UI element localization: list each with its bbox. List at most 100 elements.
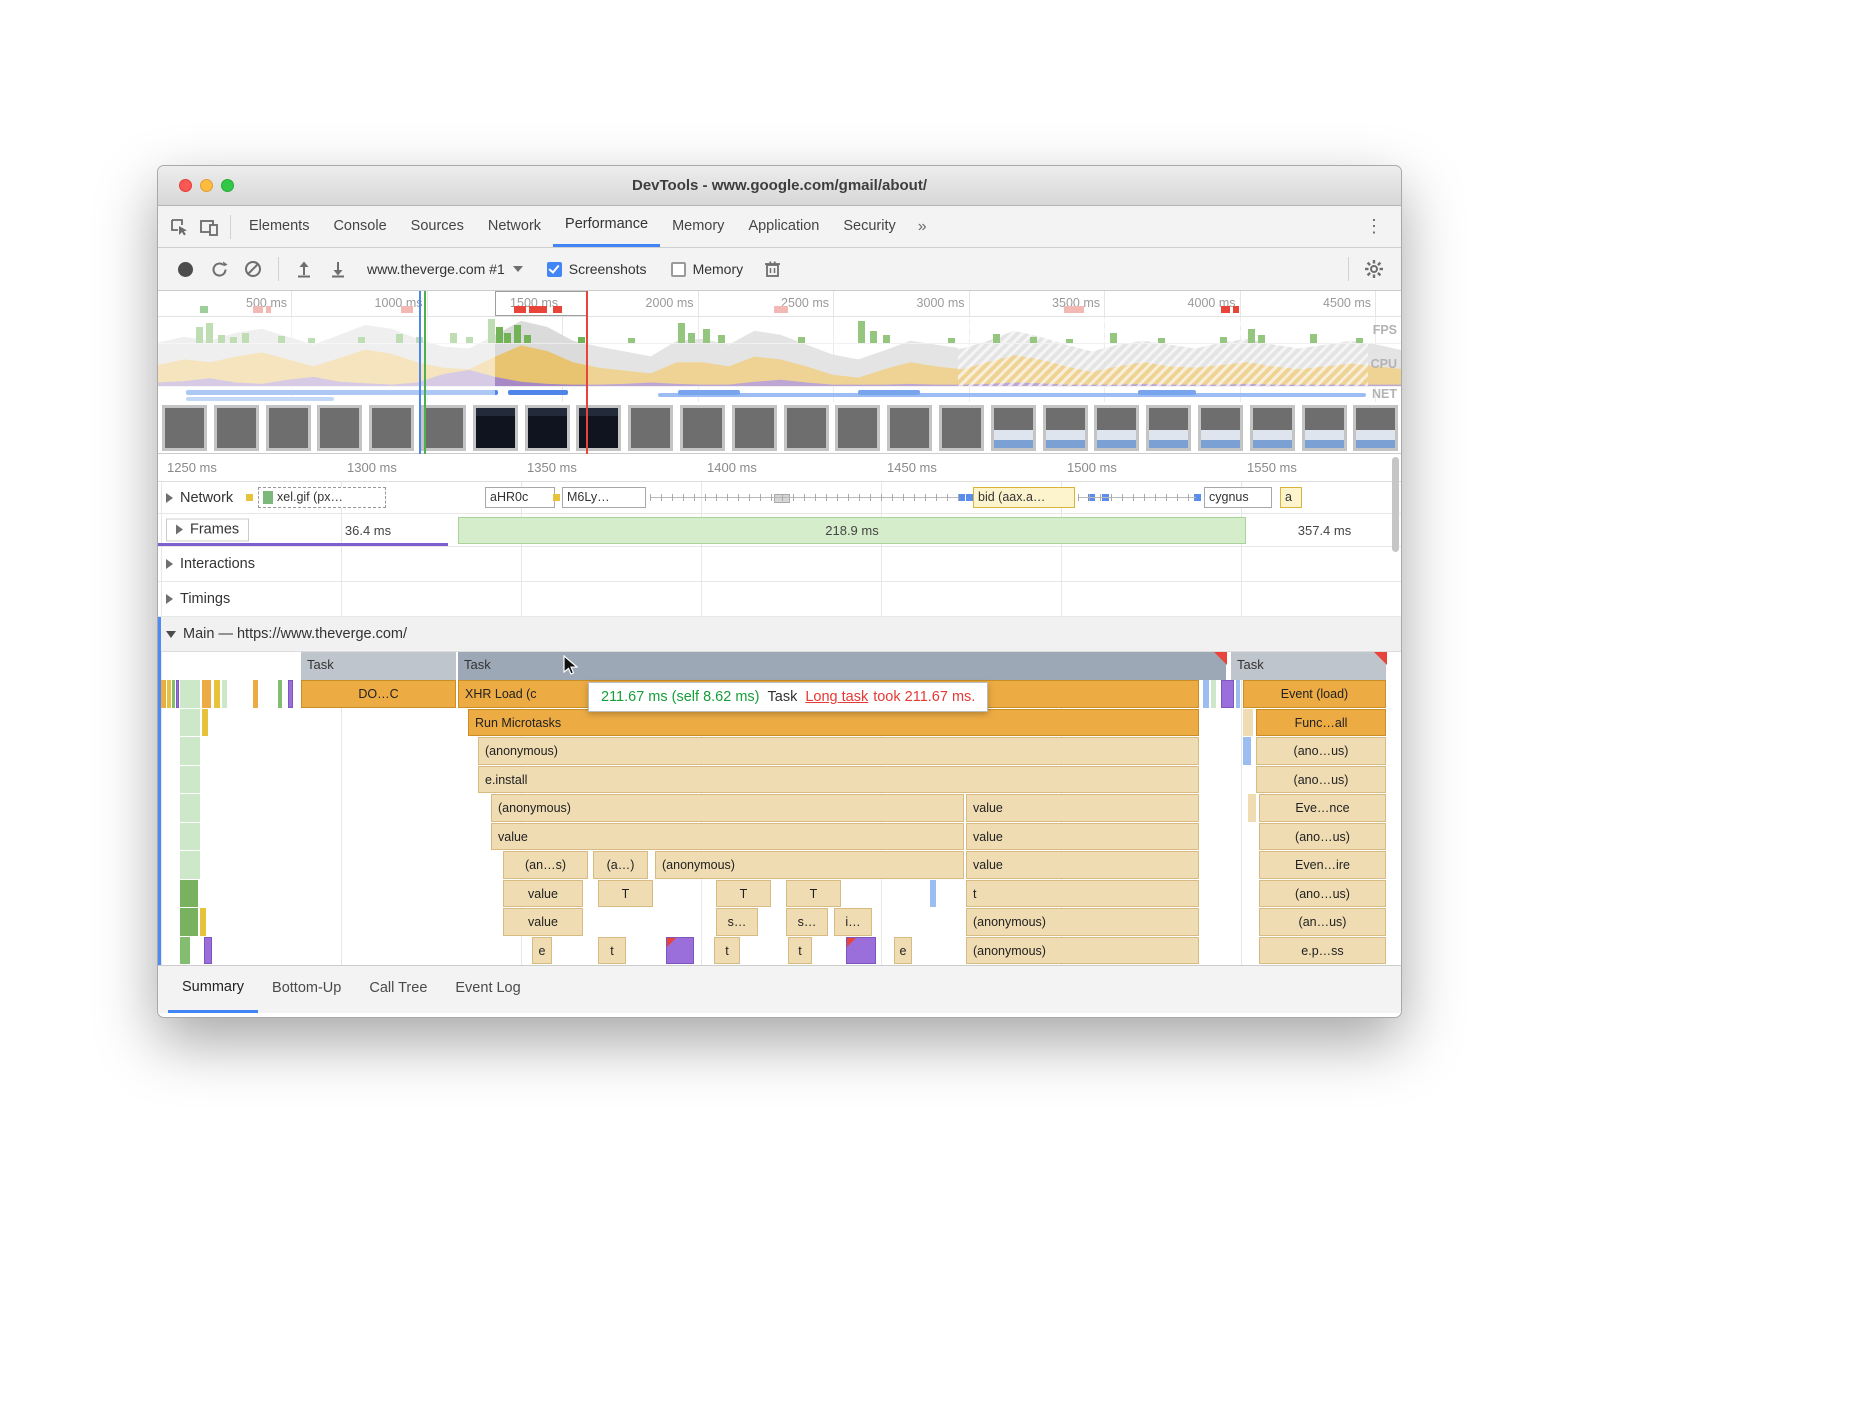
flame-bar[interactable]: (an…us) <box>1259 908 1386 936</box>
flame-chip[interactable] <box>1214 652 1227 665</box>
disclosure-triangle-icon[interactable] <box>166 594 173 604</box>
flame-chip[interactable] <box>1248 794 1256 822</box>
flame-bar[interactable]: t <box>966 880 1199 908</box>
flame-chip[interactable] <box>180 908 198 936</box>
flame-bar[interactable]: t <box>598 937 626 965</box>
more-tabs-icon[interactable]: » <box>908 218 937 236</box>
bottom-tab-summary[interactable]: Summary <box>168 966 258 1013</box>
flame-bar[interactable]: (ano…us) <box>1256 766 1386 794</box>
tab-console[interactable]: Console <box>321 206 398 247</box>
flame-bar[interactable]: (anonymous) <box>478 737 1199 765</box>
save-profile-button[interactable] <box>323 254 353 284</box>
network-request[interactable]: aHR0c <box>485 487 555 508</box>
flame-chip[interactable] <box>180 766 200 794</box>
timings-track[interactable]: Timings <box>158 582 1401 617</box>
flame-chip[interactable] <box>204 937 212 965</box>
flame-bar[interactable]: Even…ire <box>1259 851 1386 879</box>
flame-bar[interactable]: Eve…nce <box>1259 794 1386 822</box>
flame-bar[interactable]: value <box>966 794 1199 822</box>
flame-chip[interactable] <box>253 680 258 708</box>
filmstrip-thumbnail[interactable] <box>1250 405 1295 451</box>
filmstrip-thumbnail[interactable] <box>784 405 829 451</box>
filmstrip-thumbnail[interactable] <box>991 405 1036 451</box>
disclosure-triangle-down-icon[interactable] <box>166 631 176 638</box>
flame-bar[interactable]: (ano…us) <box>1259 880 1386 908</box>
flame-chip[interactable] <box>180 737 200 765</box>
flame-chip[interactable] <box>167 680 171 708</box>
network-request[interactable]: bid (aax.a… <box>973 487 1075 508</box>
filmstrip-thumbnail[interactable] <box>473 405 518 451</box>
flame-bar[interactable]: e <box>894 937 912 965</box>
filmstrip-thumbnail[interactable] <box>835 405 880 451</box>
flame-chip[interactable] <box>222 680 227 708</box>
network-track-header[interactable]: Network <box>166 490 233 506</box>
flame-chip[interactable] <box>1374 652 1387 665</box>
filmstrip-thumbnail[interactable] <box>1146 405 1191 451</box>
close-button[interactable] <box>179 179 192 192</box>
devtools-menu-icon[interactable]: ⋮ <box>1353 216 1395 237</box>
tab-memory[interactable]: Memory <box>660 206 736 247</box>
flame-chip[interactable] <box>1243 709 1253 737</box>
device-toolbar-icon[interactable] <box>194 212 224 242</box>
frame-bar[interactable]: 357.4 ms <box>1246 517 1401 544</box>
filmstrip-thumbnail[interactable] <box>266 405 311 451</box>
flame-bar[interactable]: s… <box>716 908 758 936</box>
flame-bar[interactable]: T <box>786 880 841 908</box>
tab-performance[interactable]: Performance <box>553 206 660 247</box>
filmstrip-thumbnail[interactable] <box>369 405 414 451</box>
network-request[interactable]: a <box>1280 487 1302 508</box>
filmstrip-thumbnail[interactable] <box>1094 405 1139 451</box>
filmstrip-thumbnail[interactable] <box>1302 405 1347 451</box>
clear-button[interactable] <box>238 254 268 284</box>
flame-bar[interactable]: DO…C <box>301 680 456 708</box>
main-thread-header[interactable]: Main — https://www.theverge.com/ <box>158 617 1401 652</box>
filmstrip-thumbnail[interactable] <box>939 405 984 451</box>
flame-bar[interactable]: t <box>714 937 740 965</box>
flame-chip[interactable] <box>930 880 936 908</box>
flame-chip[interactable] <box>1243 737 1251 765</box>
flame-bar[interactable]: (a…) <box>593 851 648 879</box>
network-request[interactable]: xel.gif (px… <box>258 487 386 508</box>
frames-track-header[interactable]: Frames <box>166 519 249 542</box>
filmstrip-thumbnail[interactable] <box>317 405 362 451</box>
flame-chip[interactable] <box>180 709 200 737</box>
profile-select[interactable]: www.theverge.com #1 <box>357 261 533 277</box>
network-request[interactable]: M6Ly… <box>562 487 646 508</box>
network-request[interactable]: cygnus <box>1204 487 1272 508</box>
record-button[interactable] <box>170 254 200 284</box>
tab-sources[interactable]: Sources <box>399 206 476 247</box>
window-titlebar[interactable]: DevTools - www.google.com/gmail/about/ <box>158 166 1401 206</box>
flame-bar[interactable]: e.install <box>478 766 1199 794</box>
flame-chip[interactable] <box>180 823 200 851</box>
vertical-scrollbar[interactable] <box>1392 457 1399 552</box>
filmstrip-thumbnail[interactable] <box>421 405 466 451</box>
bottom-tab-call-tree[interactable]: Call Tree <box>355 966 441 1013</box>
flame-bar[interactable]: e <box>532 937 552 965</box>
minimize-button[interactable] <box>200 179 213 192</box>
flame-chip[interactable] <box>180 851 200 879</box>
flame-bar[interactable]: Func…all <box>1256 709 1386 737</box>
flame-bar[interactable]: (anonymous) <box>966 908 1199 936</box>
frame-bar[interactable]: 218.9 ms <box>458 517 1246 544</box>
flame-bar[interactable]: (an…s) <box>503 851 588 879</box>
flame-chip[interactable] <box>214 680 220 708</box>
flame-bar[interactable]: value <box>966 851 1199 879</box>
flame-bar[interactable]: e.p…ss <box>1259 937 1386 965</box>
tab-network[interactable]: Network <box>476 206 553 247</box>
inspect-element-icon[interactable] <box>164 212 194 242</box>
flame-bar[interactable]: (ano…us) <box>1256 737 1386 765</box>
flame-chip[interactable] <box>1221 680 1234 708</box>
flame-chip[interactable] <box>202 709 208 737</box>
flame-bar[interactable]: value <box>503 880 583 908</box>
disclosure-triangle-icon[interactable] <box>166 493 173 503</box>
filmstrip-thumbnail[interactable] <box>732 405 777 451</box>
flame-bar[interactable]: value <box>491 823 964 851</box>
disclosure-triangle-icon[interactable] <box>166 559 173 569</box>
flame-bar[interactable]: value <box>503 908 583 936</box>
flame-chip[interactable] <box>180 937 190 965</box>
bottom-tab-bottom-up[interactable]: Bottom-Up <box>258 966 355 1013</box>
flame-bar[interactable]: Task <box>1231 652 1386 680</box>
interactions-track-header[interactable]: Interactions <box>166 556 255 572</box>
flame-chip[interactable] <box>846 937 876 965</box>
flame-bar[interactable]: value <box>966 823 1199 851</box>
